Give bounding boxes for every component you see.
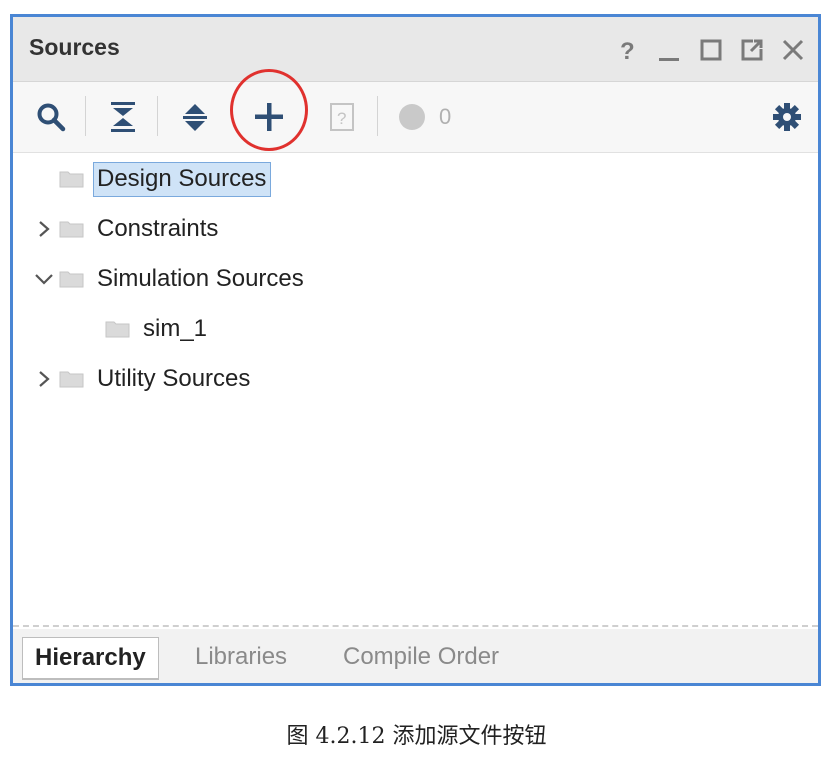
dashed-divider <box>13 625 818 627</box>
help-icon[interactable]: ? <box>617 37 639 68</box>
settings-gear-icon[interactable] <box>770 82 804 152</box>
folder-icon <box>59 271 84 288</box>
chevron-right-icon <box>39 371 50 387</box>
svg-text:?: ? <box>337 109 346 128</box>
tree-item-utility-sources[interactable]: Utility Sources <box>33 357 250 401</box>
tree-item-label: Simulation Sources <box>97 265 304 292</box>
close-icon[interactable] <box>781 37 805 68</box>
folder-icon <box>59 221 84 238</box>
folder-icon <box>59 371 84 388</box>
chevron-right-icon <box>39 221 50 237</box>
float-icon[interactable] <box>739 37 765 68</box>
toolbar-separator <box>157 96 158 136</box>
panel-title: Sources <box>29 34 120 60</box>
search-icon[interactable] <box>33 82 69 152</box>
minimize-icon[interactable] <box>657 37 681 68</box>
tab-bar: Hierarchy Libraries Compile Order <box>13 629 818 683</box>
tab-libraries[interactable]: Libraries <box>195 637 287 677</box>
unknown-file-icon[interactable]: ? <box>325 82 359 152</box>
add-button-highlight-circle <box>230 69 308 151</box>
tab-compile-order[interactable]: Compile Order <box>343 637 499 677</box>
sources-panel: Sources ? ? 0 Design Sources Constraints… <box>10 14 821 686</box>
toolbar-separator <box>85 96 86 136</box>
tree-item-label: Utility Sources <box>97 365 251 392</box>
toolbar-separator <box>377 96 378 136</box>
panel-title-bar: Sources ? <box>13 17 818 82</box>
tree-item-label: Constraints <box>97 215 219 242</box>
collapse-all-icon[interactable] <box>105 82 141 152</box>
sources-toolbar: ? 0 <box>13 82 818 153</box>
tree-item-label: sim_1 <box>143 315 208 342</box>
tree-item-label: Design Sources <box>93 161 272 197</box>
tree-item-sim-1[interactable]: sim_1 <box>105 307 207 351</box>
status-indicator: 0 <box>397 82 467 152</box>
figure-caption: 图 4.2.12 添加源文件按钮 <box>286 724 547 749</box>
maximize-icon[interactable] <box>699 37 723 68</box>
tab-hierarchy[interactable]: Hierarchy <box>22 637 159 680</box>
tree-item-design-sources[interactable]: Design Sources <box>59 157 272 201</box>
status-dot-icon <box>399 104 425 130</box>
status-count: 0 <box>439 104 452 129</box>
folder-icon <box>105 321 130 338</box>
chevron-down-icon <box>35 274 53 285</box>
expand-all-icon[interactable] <box>177 82 213 152</box>
tree-item-simulation-sources[interactable]: Simulation Sources <box>33 257 304 301</box>
svg-text:?: ? <box>620 38 635 63</box>
folder-icon <box>59 171 84 188</box>
tree-item-constraints[interactable]: Constraints <box>33 207 218 251</box>
